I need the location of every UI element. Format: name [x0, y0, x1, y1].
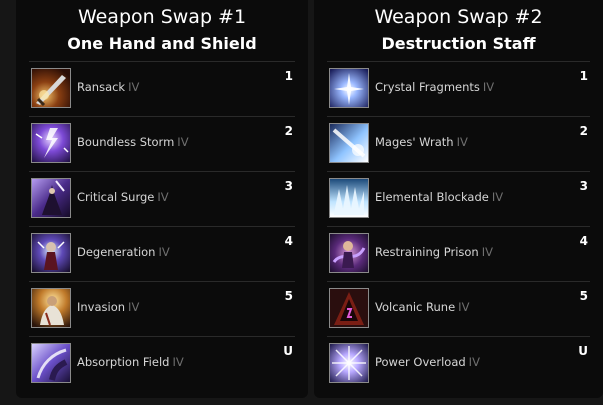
skill-row-power-overload[interactable]: Power Overload IV U	[327, 337, 590, 391]
skill-name: Restraining Prison IV	[375, 245, 493, 259]
slot-label: 4	[579, 234, 588, 248]
skill-row-restraining-prison[interactable]: Restraining Prison IV 4	[327, 227, 590, 282]
skill-name: Ransack IV	[77, 80, 140, 94]
elemental-blockade-icon	[329, 178, 369, 218]
skill-row-crystal-fragments[interactable]: Crystal Fragments IV 1	[327, 62, 590, 117]
skill-row-mages-wrath[interactable]: Mages' Wrath IV 2	[327, 117, 590, 172]
skill-row-boundless-storm[interactable]: Boundless Storm IV 2	[29, 117, 295, 172]
skill-row-ransack[interactable]: Ransack IV 1	[29, 62, 295, 117]
skill-name: Boundless Storm IV	[77, 135, 189, 149]
skill-row-absorption-field[interactable]: Absorption Field IV U	[29, 337, 295, 391]
skill-name: Crystal Fragments IV	[375, 80, 495, 94]
skill-rank: IV	[157, 190, 169, 204]
weapon-swap-page: Weapon Swap #1 One Hand and Shield Ransa…	[0, 0, 603, 405]
skill-name: Critical Surge IV	[77, 190, 169, 204]
skill-list: Ransack IV 1 Boundless Storm IV 2 Critic…	[29, 61, 295, 391]
invasion-icon	[31, 288, 71, 328]
skill-row-volcanic-rune[interactable]: Volcanic Rune IV 5	[327, 282, 590, 337]
skill-rank: IV	[128, 300, 140, 314]
slot-label: 3	[579, 179, 588, 193]
skill-rank: IV	[458, 300, 470, 314]
panel-title: Weapon Swap #1	[77, 6, 247, 28]
ransack-icon	[31, 68, 71, 108]
skill-rank: IV	[158, 245, 170, 259]
panel-subtitle: Destruction Staff	[381, 34, 536, 53]
weapon-swap-1-panel: Weapon Swap #1 One Hand and Shield Ransa…	[16, 0, 308, 398]
skill-row-invasion[interactable]: Invasion IV 5	[29, 282, 295, 337]
absorption-field-icon	[31, 343, 71, 383]
skill-name: Degeneration IV	[77, 245, 170, 259]
slot-label: 3	[284, 179, 293, 193]
skill-rank: IV	[482, 80, 495, 94]
skill-row-critical-surge[interactable]: Critical Surge IV 3	[29, 172, 295, 227]
mages-wrath-icon	[329, 123, 369, 163]
slot-label: 2	[579, 124, 588, 138]
skill-name: Power Overload IV	[375, 355, 480, 369]
critical-surge-icon	[31, 178, 71, 218]
skill-name: Invasion IV	[77, 300, 140, 314]
slot-label: 1	[284, 69, 293, 83]
skill-rank: IV	[491, 190, 504, 204]
slot-label: 2	[284, 124, 293, 138]
slot-label: 1	[579, 69, 588, 83]
skill-name: Volcanic Rune IV	[375, 300, 470, 314]
skill-row-degeneration[interactable]: Degeneration IV 4	[29, 227, 295, 282]
crystal-fragments-icon	[329, 68, 369, 108]
degeneration-icon	[31, 233, 71, 273]
skill-rank: IV	[468, 355, 480, 369]
volcanic-rune-icon	[329, 288, 369, 328]
restraining-prison-icon	[329, 233, 369, 273]
panel-subtitle: One Hand and Shield	[67, 34, 257, 53]
panel-title: Weapon Swap #2	[374, 6, 543, 28]
skill-name: Mages' Wrath IV	[375, 135, 468, 149]
slot-label: U	[283, 344, 293, 358]
weapon-swap-2-panel: Weapon Swap #2 Destruction Staff Crystal…	[314, 0, 603, 398]
power-overload-icon	[329, 343, 369, 383]
skill-rank: IV	[177, 135, 189, 149]
slot-label: 5	[579, 289, 588, 303]
skill-name: Elemental Blockade IV	[375, 190, 504, 204]
slot-label: 5	[284, 289, 293, 303]
skill-rank: IV	[172, 355, 184, 369]
skill-list: Crystal FragmentsIV 1 Mages' WrathIV 2	[327, 61, 590, 391]
skill-row-elemental-blockade[interactable]: Elemental Blockade IV 3	[327, 172, 590, 227]
slot-label: U	[578, 344, 588, 358]
skill-rank: IV	[128, 80, 140, 94]
slot-label: 4	[284, 234, 293, 248]
skill-rank: IV	[456, 135, 468, 149]
boundless-storm-icon	[31, 123, 71, 163]
skill-name: Absorption Field IV	[77, 355, 184, 369]
skill-rank: IV	[481, 245, 493, 259]
